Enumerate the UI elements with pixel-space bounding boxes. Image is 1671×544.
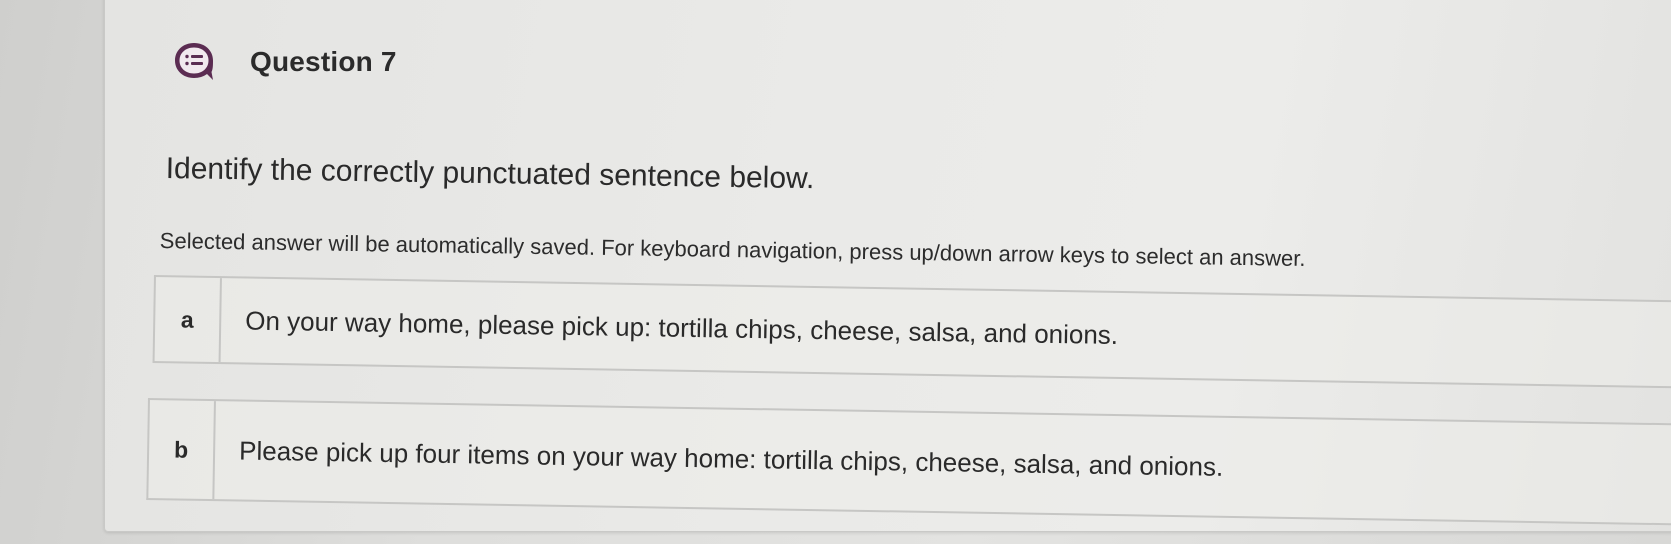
option-text: On your way home, please pick up: tortil… — [245, 305, 1119, 350]
question-title: Question 7 — [250, 46, 397, 77]
list-bubble-icon — [175, 43, 213, 80]
option-text: Please pick up four items on your way ho… — [238, 435, 1224, 482]
question-header: Question 7 — [172, 40, 397, 84]
option-letter: b — [148, 400, 216, 500]
option-letter: a — [154, 277, 222, 363]
